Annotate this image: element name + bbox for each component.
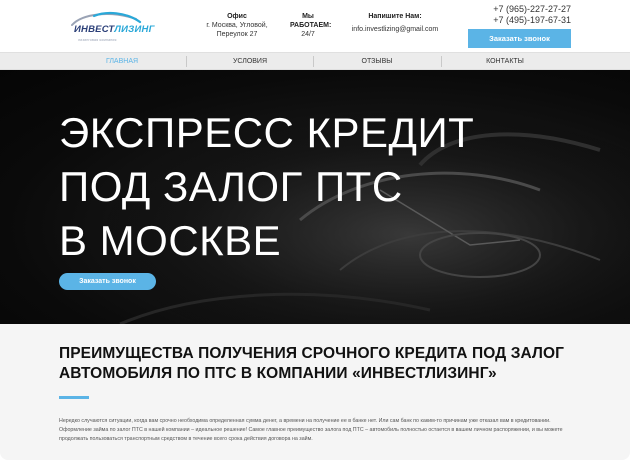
advantages-section: ПРЕИМУЩЕСТВА ПОЛУЧЕНИЯ СРОЧНОГО КРЕДИТА … xyxy=(0,324,630,460)
advantages-heading: ПРЕИМУЩЕСТВА ПОЛУЧЕНИЯ СРОЧНОГО КРЕДИТА … xyxy=(59,345,565,382)
office-address-line1: г. Москва, Угловой, xyxy=(206,22,268,29)
nav-item-conditions[interactable]: УСЛОВИЯ xyxy=(190,53,310,70)
site-header: ИНВЕСТЛИЗИНГ лизинговая компания Офис г.… xyxy=(0,0,630,52)
nav-item-contacts[interactable]: КОНТАКТЫ xyxy=(445,53,565,70)
phone-link-1[interactable]: +7 (965)-227-27-27 xyxy=(493,4,571,15)
office-address-line2: Переулок 27 xyxy=(216,31,258,38)
nav-item-home[interactable]: ГЛАВНАЯ xyxy=(62,53,182,70)
office-title: Офис xyxy=(227,13,247,20)
working-hours: Мы РАБОТАЕМ: 24/7 xyxy=(290,12,332,39)
logo-wordmark: ИНВЕСТЛИЗИНГ xyxy=(74,24,155,35)
email-info: Напишите Нам: info.investlizing@gmail.co… xyxy=(334,12,456,34)
phone-numbers: +7 (965)-227-27-27 +7 (495)-197-67-31 xyxy=(493,4,571,26)
nav-item-reviews[interactable]: ОТЗЫВЫ xyxy=(317,53,437,70)
logo-tagline: лизинговая компания xyxy=(78,38,117,42)
hours-title-1: Мы xyxy=(302,13,314,20)
hero-heading: ЭКСПРЕСС КРЕДИТ ПОД ЗАЛОГ ПТС В МОСКВЕ xyxy=(59,106,539,268)
hero-call-button[interactable]: Заказать звонок xyxy=(59,273,156,290)
nav-divider xyxy=(441,56,442,67)
page: ИНВЕСТЛИЗИНГ лизинговая компания Офис г.… xyxy=(0,0,630,460)
nav-divider xyxy=(186,56,187,67)
site-logo[interactable]: ИНВЕСТЛИЗИНГ лизинговая компания xyxy=(66,10,154,44)
heading-underline xyxy=(59,396,89,399)
hours-title-2: РАБОТАЕМ: xyxy=(290,22,332,29)
hero-heading-line-3: В МОСКВЕ xyxy=(59,217,282,264)
hours-value: 24/7 xyxy=(301,31,315,38)
advantages-paragraph: Нередко случаются ситуации, когда вам ср… xyxy=(59,418,563,442)
header-call-button[interactable]: Заказать звонок xyxy=(468,29,571,48)
nav-divider xyxy=(313,56,314,67)
hero-banner: ЭКСПРЕСС КРЕДИТ ПОД ЗАЛОГ ПТС В МОСКВЕ З… xyxy=(0,70,630,324)
email-link[interactable]: info.investlizing@gmail.com xyxy=(334,25,456,34)
hero-heading-line-2: ПОД ЗАЛОГ ПТС xyxy=(59,163,403,210)
phone-link-2[interactable]: +7 (495)-197-67-31 xyxy=(493,15,571,26)
email-title: Напишите Нам: xyxy=(368,13,422,20)
office-info: Офис г. Москва, Угловой, Переулок 27 xyxy=(197,12,277,39)
hero-heading-line-1: ЭКСПРЕСС КРЕДИТ xyxy=(59,109,475,156)
main-nav: ГЛАВНАЯ УСЛОВИЯ ОТЗЫВЫ КОНТАКТЫ xyxy=(0,52,630,70)
